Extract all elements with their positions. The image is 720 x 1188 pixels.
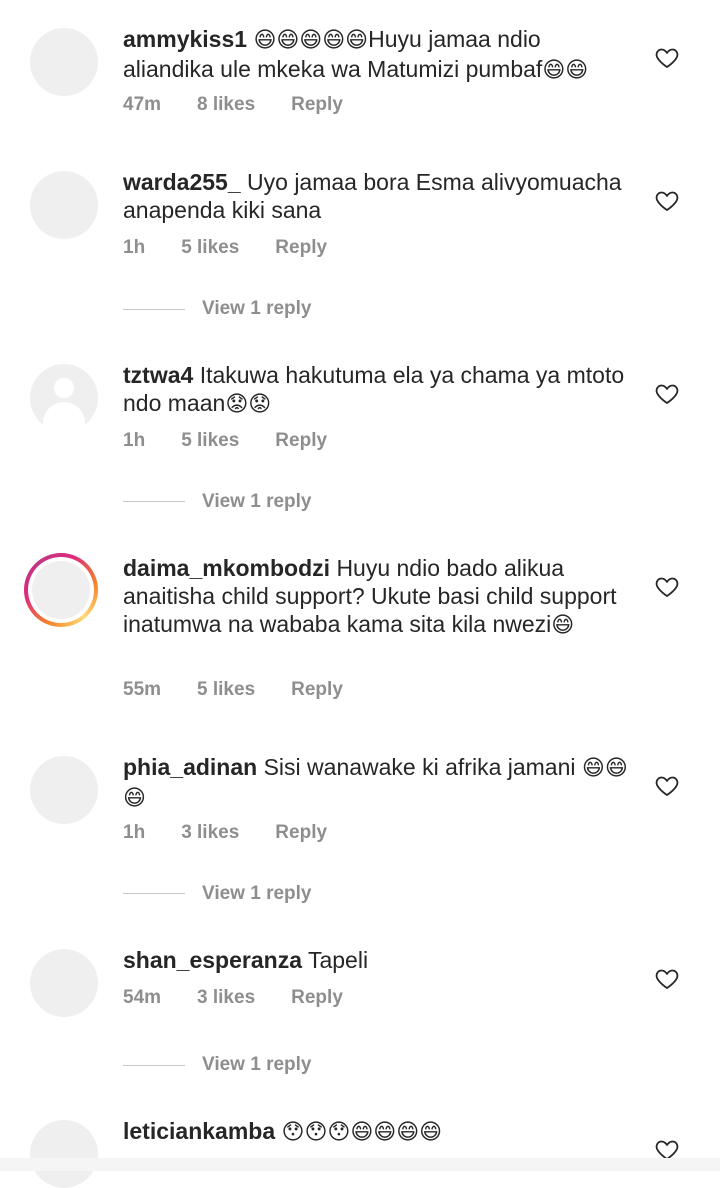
comment-time: 1h — [123, 822, 146, 843]
comment-text: shan_esperanza Tapeli — [123, 946, 633, 974]
comment-text: leticiankamba 😯😯😯😄😄😄😄 — [123, 1117, 633, 1147]
comment-meta: 54m 3 likes Reply — [123, 987, 379, 1009]
comment-body: Itakuwa hakutuma ela ya chama ya mtoto n… — [123, 362, 625, 416]
avatar-body — [43, 402, 85, 432]
heart-outline-icon[interactable] — [655, 382, 679, 406]
comment-meta: 47m 8 likes Reply — [123, 94, 379, 116]
heart-outline-icon[interactable] — [655, 967, 679, 991]
comment-username[interactable]: shan_esperanza — [123, 947, 302, 973]
like-count[interactable]: 5 likes — [197, 679, 255, 700]
reply-button[interactable]: Reply — [291, 94, 343, 115]
comment-text: daima_mkombodzi Huyu ndio bado alikua an… — [123, 554, 633, 640]
emoji-group: 😄😄 — [542, 58, 589, 83]
avatar-image — [32, 561, 90, 619]
like-count[interactable]: 5 likes — [181, 237, 239, 258]
view-replies-button[interactable]: View 1 reply — [202, 491, 312, 513]
avatar[interactable] — [30, 949, 98, 1017]
avatar[interactable] — [30, 171, 98, 239]
story-ring-gap — [28, 557, 94, 623]
heart-outline-icon[interactable] — [655, 774, 679, 798]
avatar-head — [54, 378, 74, 398]
view-replies-button[interactable]: View 1 reply — [202, 883, 312, 905]
emoji-group: 😟😟 — [225, 392, 272, 417]
comment-username[interactable]: phia_adinan — [123, 754, 257, 780]
comment-time: 1h — [123, 430, 146, 451]
reply-button[interactable]: Reply — [291, 987, 343, 1008]
like-count[interactable]: 3 likes — [197, 987, 255, 1008]
comment-username[interactable]: warda255_ — [123, 169, 241, 195]
comment-time: 54m — [123, 987, 162, 1008]
comment-username[interactable]: daima_mkombodzi — [123, 555, 330, 581]
comment-meta: 55m 5 likes Reply — [123, 679, 379, 701]
avatar[interactable] — [30, 756, 98, 824]
comment-meta: 1h 5 likes Reply — [123, 237, 363, 259]
comment-text: warda255_ Uyo jamaa bora Esma alivyomuac… — [123, 168, 633, 224]
heart-outline-icon[interactable] — [655, 189, 679, 213]
emoji-group: 😄😄😄😄😄 — [253, 28, 369, 53]
comment-meta: 1h 3 likes Reply — [123, 822, 363, 844]
comment-meta: 1h 5 likes Reply — [123, 430, 363, 452]
view-replies-button[interactable]: View 1 reply — [202, 298, 312, 320]
like-count[interactable]: 3 likes — [181, 822, 239, 843]
divider — [123, 309, 185, 310]
heart-outline-icon[interactable] — [655, 575, 679, 599]
heart-outline-icon[interactable] — [655, 46, 679, 70]
avatar[interactable] — [30, 1120, 98, 1188]
comment-username[interactable]: ammykiss1 — [123, 26, 247, 52]
reply-button[interactable]: Reply — [291, 679, 343, 700]
comment-text: phia_adinan Sisi wanawake ki afrika jama… — [123, 753, 633, 813]
view-replies-button[interactable]: View 1 reply — [202, 1054, 312, 1076]
comment-username[interactable]: tztwa4 — [123, 362, 193, 388]
like-count[interactable]: 5 likes — [181, 430, 239, 451]
reply-button[interactable]: Reply — [275, 822, 327, 843]
comment-text: tztwa4 Itakuwa hakutuma ela ya chama ya … — [123, 361, 633, 419]
default-avatar-icon[interactable] — [30, 364, 98, 432]
emoji-group: 😄 — [551, 613, 575, 638]
divider — [123, 893, 185, 894]
bottom-edge — [0, 1158, 720, 1171]
comment-username[interactable]: leticiankamba — [123, 1118, 275, 1144]
divider — [123, 501, 185, 502]
story-avatar[interactable] — [24, 553, 98, 627]
comment-time: 47m — [123, 94, 162, 115]
reply-button[interactable]: Reply — [275, 237, 327, 258]
comment-time: 55m — [123, 679, 162, 700]
comment-time: 1h — [123, 237, 146, 258]
like-count[interactable]: 8 likes — [197, 94, 255, 115]
reply-button[interactable]: Reply — [275, 430, 327, 451]
comment-body: Sisi wanawake ki afrika jamani — [263, 754, 582, 780]
comment-body: Tapeli — [307, 947, 369, 973]
emoji-group: 😯😯😯😄😄😄😄 — [281, 1120, 443, 1145]
avatar[interactable] — [30, 28, 98, 96]
comment-text: ammykiss1 😄😄😄😄😄Huyu jamaa ndio aliandika… — [123, 25, 633, 85]
divider — [123, 1065, 185, 1066]
